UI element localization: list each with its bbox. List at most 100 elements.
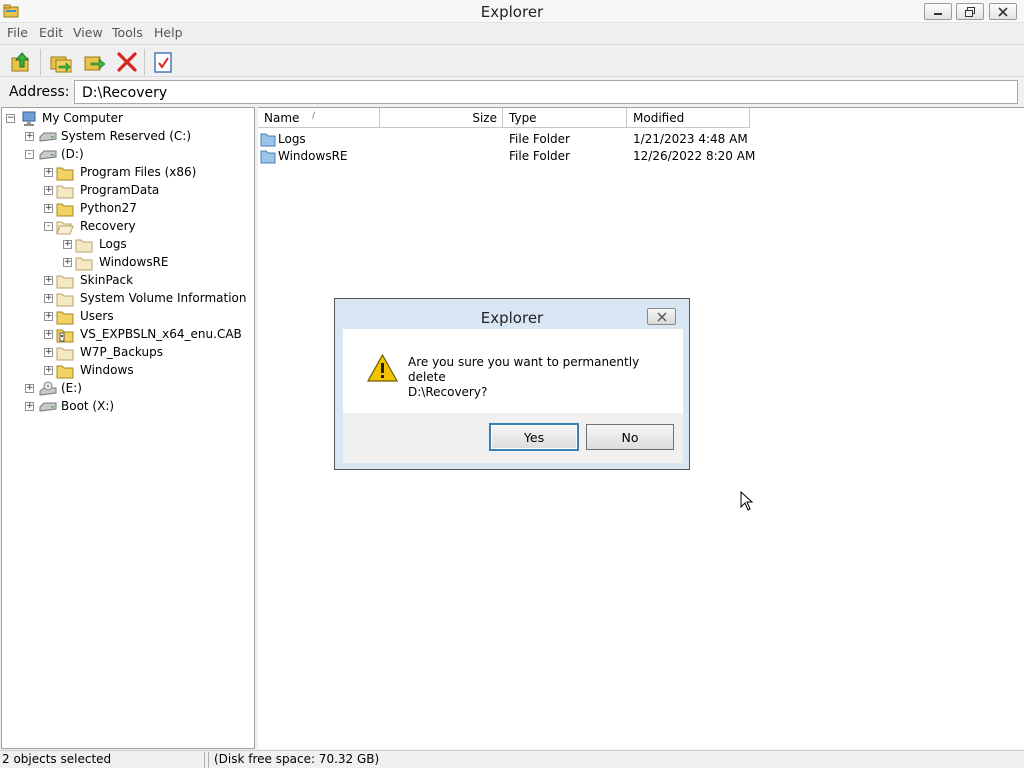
tree-label: Logs: [99, 237, 127, 251]
tree-label: Boot (X:): [61, 399, 115, 413]
dialog-title: Explorer: [480, 309, 544, 327]
expand-toggle[interactable]: +: [25, 402, 34, 411]
warning-icon: [366, 353, 399, 382]
up-button[interactable]: [8, 49, 34, 75]
menu-help[interactable]: Help: [154, 25, 183, 40]
expand-toggle[interactable]: +: [44, 366, 53, 375]
restore-button[interactable]: [956, 3, 984, 20]
tree-label: ProgramData: [80, 183, 160, 197]
address-input[interactable]: D:\Recovery: [74, 80, 1018, 104]
collapse-toggle[interactable]: −: [6, 114, 15, 123]
cdrom-icon: [39, 381, 57, 396]
properties-icon: [154, 52, 172, 73]
menu-bar: File Edit View Tools Help: [0, 23, 1024, 43]
folder-icon: [260, 150, 276, 164]
menu-tools[interactable]: Tools: [112, 25, 143, 40]
expand-toggle[interactable]: +: [44, 294, 53, 303]
menu-edit[interactable]: Edit: [39, 25, 63, 40]
expand-toggle[interactable]: +: [44, 276, 53, 285]
folder-icon: [56, 347, 74, 361]
tree-label: Recovery: [80, 219, 136, 233]
copy-button[interactable]: [48, 49, 74, 75]
status-selection: 2 objects selected: [0, 752, 205, 768]
tree-label: Program Files (x86): [80, 165, 197, 179]
toolbar-separator: [40, 49, 41, 75]
sort-indicator-icon: /: [312, 111, 316, 121]
folder-icon: [56, 311, 74, 325]
dialog-message: Are you sure you want to permanently del…: [408, 355, 676, 400]
list-row[interactable]: Logs File Folder 1/21/2023 4:48 AM: [258, 131, 1024, 148]
folder-icon: [56, 203, 74, 217]
close-icon: [998, 6, 1008, 17]
tree-label: SkinPack: [80, 273, 134, 287]
collapse-toggle[interactable]: -: [44, 222, 53, 231]
close-button[interactable]: [989, 3, 1017, 20]
no-button[interactable]: No: [586, 424, 674, 450]
expand-toggle[interactable]: +: [25, 384, 34, 393]
minimize-icon: [934, 12, 942, 15]
list-row[interactable]: WindowsRE File Folder 12/26/2022 8:20 AM: [258, 148, 1024, 165]
folder-icon: [56, 167, 74, 181]
column-name-label: Name: [264, 111, 300, 125]
tree-label: Python27: [80, 201, 137, 215]
row-modified: 12/26/2022 8:20 AM: [633, 149, 756, 163]
column-header-size[interactable]: Size: [380, 108, 503, 128]
column-header-type[interactable]: Type: [503, 108, 627, 128]
expand-toggle[interactable]: +: [63, 240, 72, 249]
address-label: Address:: [9, 84, 70, 100]
properties-button[interactable]: [150, 49, 176, 75]
delete-button[interactable]: [114, 49, 140, 75]
restore-icon: [965, 6, 975, 17]
expand-toggle[interactable]: +: [63, 258, 72, 267]
window-title: Explorer: [480, 3, 544, 21]
row-type: File Folder: [509, 132, 570, 146]
folder-icon: [260, 133, 276, 147]
drive-icon: [39, 402, 57, 412]
confirm-delete-dialog: Explorer Are you sure you want to perman…: [334, 298, 690, 470]
tree-label: VS_EXPBSLN_x64_enu.CAB: [80, 327, 242, 341]
tree-label: Users: [80, 309, 114, 323]
row-name: WindowsRE: [278, 149, 348, 163]
status-bar: 2 objects selected (Disk free space: 70.…: [0, 750, 1024, 768]
dialog-message-line1: Are you sure you want to permanently del…: [408, 355, 640, 384]
folder-icon: [56, 185, 74, 199]
menu-file[interactable]: File: [7, 25, 28, 40]
expand-toggle[interactable]: +: [44, 168, 53, 177]
folder-up-icon: [11, 52, 30, 72]
tree-label: WindowsRE: [99, 255, 169, 269]
status-disk-space: (Disk free space: 70.32 GB): [208, 752, 379, 768]
dialog-body: Are you sure you want to permanently del…: [343, 329, 683, 463]
expand-toggle[interactable]: +: [44, 330, 53, 339]
toolbar: [0, 44, 1024, 77]
tree-label: W7P_Backups: [80, 345, 163, 359]
folder-icon: [75, 239, 93, 253]
move-button[interactable]: [82, 49, 108, 75]
drive-icon: [39, 150, 57, 160]
yes-button[interactable]: Yes: [490, 424, 578, 450]
collapse-toggle[interactable]: -: [25, 150, 34, 159]
close-icon: [657, 312, 666, 321]
dialog-close-button[interactable]: [647, 308, 676, 325]
computer-icon: [22, 111, 36, 126]
title-bar: Explorer: [0, 0, 1024, 23]
row-type: File Folder: [509, 149, 570, 163]
expand-toggle[interactable]: +: [44, 186, 53, 195]
expand-toggle[interactable]: +: [44, 312, 53, 321]
expand-toggle[interactable]: +: [44, 204, 53, 213]
menu-view[interactable]: View: [73, 25, 103, 40]
folder-icon: [56, 275, 74, 289]
column-header-modified[interactable]: Modified: [627, 108, 750, 128]
expand-toggle[interactable]: +: [44, 348, 53, 357]
column-header-name[interactable]: Name /: [258, 108, 380, 128]
folder-icon: [56, 365, 74, 379]
tree-label: System Volume Information: [80, 291, 247, 305]
tree-label: (D:): [61, 147, 84, 161]
address-bar: Address: D:\Recovery: [0, 78, 1024, 106]
minimize-button[interactable]: [924, 3, 952, 20]
cab-icon: [56, 329, 74, 343]
tree-label: System Reserved (C:): [61, 129, 192, 143]
mouse-cursor-icon: [740, 491, 754, 511]
tree-label: My Computer: [42, 111, 123, 125]
expand-toggle[interactable]: +: [25, 132, 34, 141]
folder-tree[interactable]: − My Computer + System Reserved (C:) - (…: [1, 107, 255, 749]
